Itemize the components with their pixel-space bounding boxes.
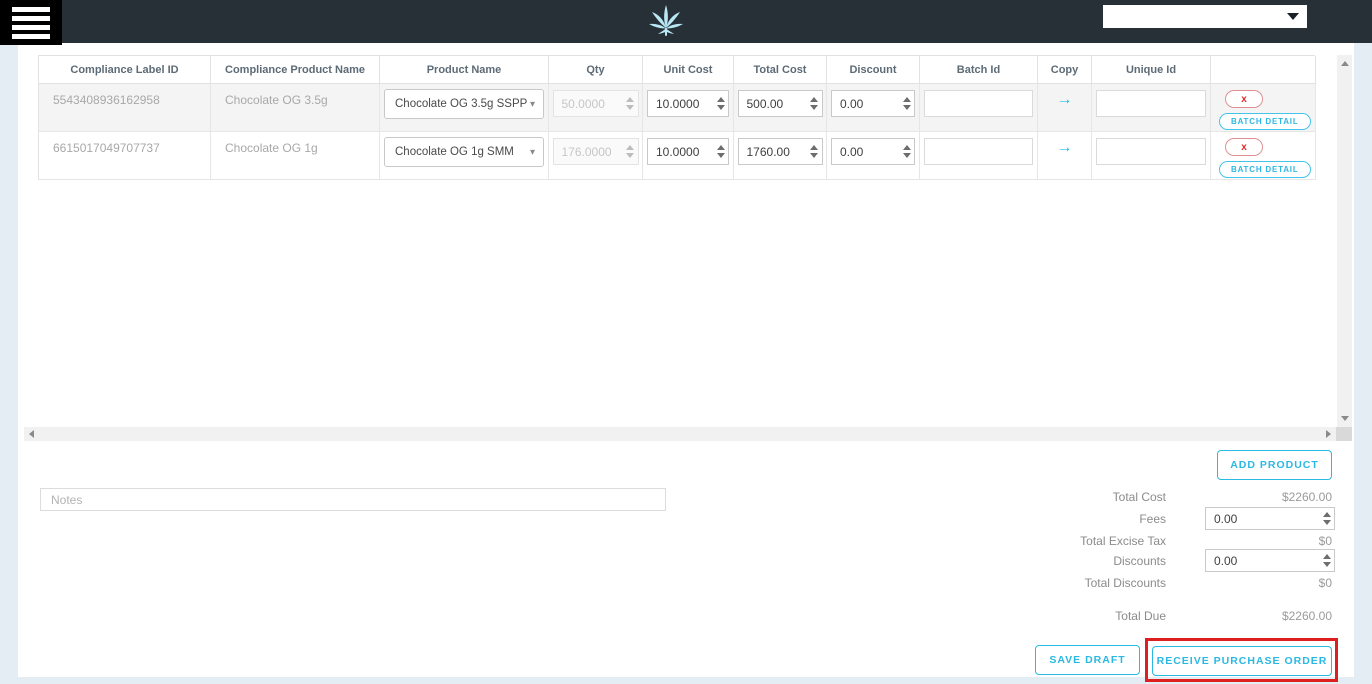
unit-cost-stepper bbox=[647, 138, 729, 165]
cell-compliance-label-id: 6615017049707737 bbox=[39, 132, 211, 180]
unit-cost-input[interactable] bbox=[648, 91, 713, 116]
product-name-select[interactable]: Chocolate OG 1g SMM ▾ bbox=[384, 137, 544, 167]
batch-id-input[interactable] bbox=[924, 138, 1033, 165]
col-header-copy: Copy bbox=[1038, 56, 1092, 84]
col-header-qty: Qty bbox=[549, 56, 643, 84]
cell-compliance-label-id: 5543408936162958 bbox=[39, 84, 211, 132]
total-cost-input[interactable] bbox=[738, 139, 807, 164]
horizontal-scrollbar[interactable] bbox=[24, 427, 1336, 441]
qty-stepper bbox=[552, 90, 639, 117]
chevron-down-icon bbox=[1287, 13, 1299, 20]
qty-stepper bbox=[552, 138, 639, 165]
batch-detail-button[interactable]: BATCH DETAIL bbox=[1219, 113, 1311, 130]
scroll-left-icon[interactable] bbox=[29, 430, 34, 438]
total-due-label: Total Due bbox=[1115, 609, 1166, 623]
top-navigation-bar bbox=[0, 0, 1372, 43]
col-header-discount: Discount bbox=[827, 56, 920, 84]
discounts-input[interactable] bbox=[1206, 550, 1319, 571]
total-cost-spinner[interactable] bbox=[807, 91, 822, 116]
purchase-order-table: Compliance Label ID Compliance Product N… bbox=[38, 55, 1316, 180]
unique-id-input[interactable] bbox=[1096, 90, 1206, 117]
x-icon: x bbox=[1241, 93, 1247, 105]
discount-input[interactable] bbox=[832, 91, 899, 116]
save-draft-button[interactable]: SAVE DRAFT bbox=[1035, 645, 1140, 675]
discount-spinner[interactable] bbox=[899, 91, 914, 116]
scroll-up-icon[interactable] bbox=[1340, 61, 1349, 66]
unit-cost-spinner[interactable] bbox=[713, 139, 728, 164]
copy-arrow-icon[interactable]: → bbox=[1057, 92, 1073, 108]
unit-cost-spinner[interactable] bbox=[713, 91, 728, 116]
cell-compliance-product-name: Chocolate OG 1g bbox=[211, 132, 380, 180]
location-select[interactable] bbox=[1103, 5, 1307, 28]
scroll-down-icon[interactable] bbox=[1340, 416, 1349, 421]
qty-spinner bbox=[623, 91, 638, 116]
content-card: Compliance Label ID Compliance Product N… bbox=[18, 43, 1354, 682]
select-arrow-icon: ▾ bbox=[529, 98, 535, 110]
col-header-compliance-product-name: Compliance Product Name bbox=[211, 56, 380, 84]
unique-id-input[interactable] bbox=[1096, 138, 1206, 165]
discount-stepper bbox=[831, 90, 915, 117]
batch-detail-button[interactable]: BATCH DETAIL bbox=[1219, 161, 1311, 178]
vertical-scrollbar[interactable] bbox=[1337, 55, 1352, 427]
cannabis-leaf-logo-icon bbox=[646, 2, 686, 42]
discounts-label: Discounts bbox=[1113, 554, 1166, 568]
qty-input bbox=[553, 91, 623, 116]
total-cost-value: $2260.00 bbox=[1281, 490, 1332, 504]
fees-stepper bbox=[1205, 507, 1335, 530]
total-cost-stepper bbox=[737, 138, 823, 165]
product-name-select-value: Chocolate OG 1g SMM bbox=[395, 146, 514, 158]
col-header-product-name: Product Name bbox=[380, 56, 549, 84]
select-arrow-icon: ▾ bbox=[529, 146, 535, 158]
table-row: 6615017049707737 Chocolate OG 1g Chocola… bbox=[39, 132, 1316, 180]
qty-input bbox=[553, 139, 623, 164]
scroll-right-icon[interactable] bbox=[1326, 430, 1331, 438]
hamburger-menu-button[interactable] bbox=[0, 0, 62, 45]
col-header-total-cost: Total Cost bbox=[734, 56, 827, 84]
unit-cost-input[interactable] bbox=[648, 139, 713, 164]
table-row: 5543408936162958 Chocolate OG 3.5g Choco… bbox=[39, 84, 1316, 132]
batch-id-input[interactable] bbox=[924, 90, 1033, 117]
total-cost-spinner[interactable] bbox=[807, 139, 822, 164]
col-header-compliance-label-id: Compliance Label ID bbox=[39, 56, 211, 84]
qty-spinner bbox=[623, 139, 638, 164]
x-icon: x bbox=[1241, 141, 1247, 153]
col-header-actions bbox=[1211, 56, 1316, 84]
total-excise-tax-label: Total Excise Tax bbox=[1080, 534, 1166, 548]
delete-row-button[interactable]: x bbox=[1225, 90, 1263, 108]
total-cost-stepper bbox=[737, 90, 823, 117]
discounts-stepper bbox=[1205, 549, 1335, 572]
total-discounts-value: $0 bbox=[1318, 576, 1332, 590]
table-header-row: Compliance Label ID Compliance Product N… bbox=[39, 56, 1316, 84]
receive-purchase-order-button[interactable]: RECEIVE PURCHASE ORDER bbox=[1152, 646, 1332, 676]
product-name-select[interactable]: Chocolate OG 3.5g SSPP ▾ bbox=[384, 89, 544, 119]
purchase-order-page: Compliance Label ID Compliance Product N… bbox=[0, 0, 1372, 684]
col-header-batch-id: Batch Id bbox=[920, 56, 1038, 84]
fees-input[interactable] bbox=[1206, 508, 1319, 529]
fees-spinner[interactable] bbox=[1319, 508, 1334, 529]
discount-spinner[interactable] bbox=[899, 139, 914, 164]
delete-row-button[interactable]: x bbox=[1225, 138, 1263, 156]
add-product-button[interactable]: ADD PRODUCT bbox=[1217, 450, 1332, 480]
total-discounts-label: Total Discounts bbox=[1084, 576, 1166, 590]
notes-input[interactable] bbox=[40, 488, 666, 511]
discount-input[interactable] bbox=[832, 139, 899, 164]
product-name-select-value: Chocolate OG 3.5g SSPP bbox=[395, 98, 528, 110]
total-excise-tax-value: $0 bbox=[1318, 534, 1332, 548]
unit-cost-stepper bbox=[647, 90, 729, 117]
discounts-spinner[interactable] bbox=[1319, 550, 1334, 571]
col-header-unit-cost: Unit Cost bbox=[643, 56, 734, 84]
copy-arrow-icon[interactable]: → bbox=[1057, 140, 1073, 156]
discount-stepper bbox=[831, 138, 915, 165]
total-due-value: $2260.00 bbox=[1281, 609, 1332, 623]
total-cost-input[interactable] bbox=[738, 91, 807, 116]
fees-label: Fees bbox=[1139, 512, 1166, 526]
total-cost-label: Total Cost bbox=[1112, 490, 1166, 504]
col-header-unique-id: Unique Id bbox=[1092, 56, 1211, 84]
scrollbar-corner bbox=[1336, 427, 1352, 441]
cell-compliance-product-name: Chocolate OG 3.5g bbox=[211, 84, 380, 132]
